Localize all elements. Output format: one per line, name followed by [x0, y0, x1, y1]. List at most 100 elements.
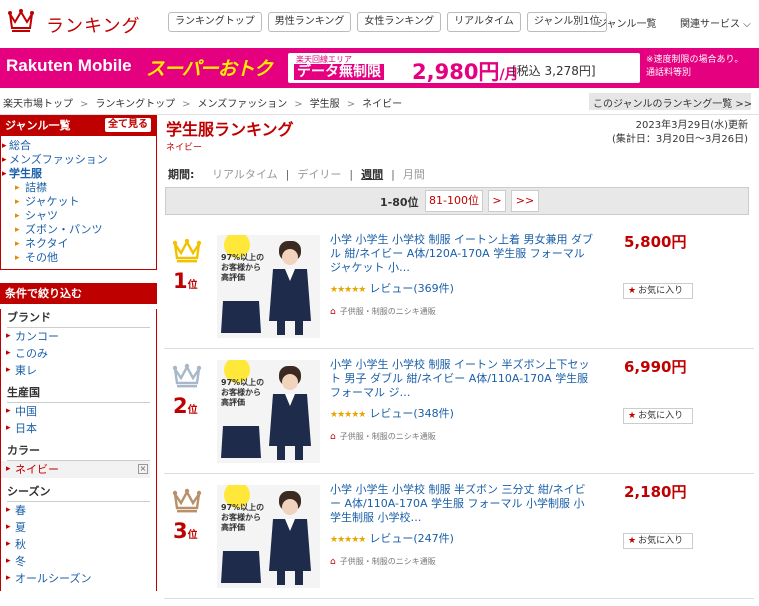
genre-link[interactable]: メンズファッション: [1, 153, 156, 167]
genre-link[interactable]: その他: [1, 251, 156, 265]
related-services-menu[interactable]: 関連サービス ⌵: [680, 15, 751, 30]
rakuten-mobile-banner[interactable]: Rakuten Mobile スーパーおトク 楽天回線エリア データ無制限 2,…: [0, 48, 759, 88]
genre-sidebar-header: ジャンル一覧 全て見る: [0, 115, 157, 136]
genre-link[interactable]: 総合: [1, 139, 156, 153]
breadcrumb-item[interactable]: 楽天市場トップ: [3, 99, 73, 110]
product-thumbnail[interactable]: 97%以上のお客様から高評価: [217, 360, 320, 463]
rating-stars-icon: ★★★★★: [330, 410, 366, 420]
genre-link[interactable]: 詰襟: [1, 181, 156, 195]
shop-home-icon: ⌂: [330, 557, 336, 567]
crown-logo-icon[interactable]: [8, 8, 34, 34]
product-thumbnail[interactable]: 97%以上のお客様から高評価: [217, 235, 320, 338]
genre-link[interactable]: ジャケット: [1, 195, 156, 209]
page-subtitle: ネイビー: [166, 143, 203, 153]
banner-note: ※速度制限の場合あり。 通話料等別: [646, 55, 744, 78]
period-label: 期間:: [168, 168, 195, 181]
genre-link[interactable]: 学生服: [1, 167, 156, 181]
rank-crown-icon: [172, 238, 202, 263]
rank-number: 3位: [173, 519, 198, 543]
genre-link[interactable]: ネクタイ: [1, 237, 156, 251]
add-favorite-button[interactable]: ★ お気に入り: [623, 533, 693, 549]
favorite-star-icon: ★: [628, 286, 637, 296]
filter-option[interactable]: 冬: [1, 553, 156, 570]
nav-genre-first[interactable]: ジャンル別1位: [526, 12, 607, 32]
ranking-logo-text[interactable]: ランキング: [46, 12, 140, 38]
genre-link[interactable]: シャツ: [1, 209, 156, 223]
breadcrumb-trail: 楽天市場トップ > ランキングトップ > メンズファッション > 学生服 > ネイビー: [3, 99, 403, 110]
pager-next-range-button[interactable]: 81-100位: [425, 190, 483, 212]
shop-link[interactable]: ⌂ 子供服・制服のニシキ通販: [330, 431, 436, 442]
product-price: 2,180円: [624, 483, 687, 501]
shop-link[interactable]: ⌂ 子供服・制服のニシキ通販: [330, 556, 436, 567]
period-separator: |: [391, 168, 395, 181]
pagination: 1-80位 81-100位 > >>: [165, 187, 749, 215]
breadcrumb: 楽天市場トップ > ランキングトップ > メンズファッション > 学生服 > ネイビー このジャ…: [0, 93, 759, 111]
breadcrumb-item[interactable]: 学生服: [310, 99, 340, 110]
filter-option[interactable]: 夏: [1, 519, 156, 536]
thumb-badge: 97%以上のお客様から高評価: [221, 503, 265, 532]
breadcrumb-item[interactable]: ネイビー: [362, 99, 402, 110]
filter-option[interactable]: 日本: [1, 420, 156, 437]
thumb-badge: 97%以上のお客様から高評価: [221, 378, 265, 407]
filter-option[interactable]: このみ: [1, 345, 156, 362]
period-option-2[interactable]: 週間: [361, 168, 383, 181]
filter-option[interactable]: 東レ: [1, 362, 156, 379]
banner-plan-box: 楽天回線エリア データ無制限 2,980円/月 [税込 3,278円]: [288, 53, 640, 84]
breadcrumb-item[interactable]: ランキングトップ: [95, 99, 175, 110]
pager-current: 1-80位: [380, 196, 419, 209]
review-link[interactable]: ★★★★★ レビュー(247件): [330, 530, 454, 546]
period-option-0[interactable]: リアルタイム: [212, 168, 278, 181]
rank-number: 1位: [173, 269, 198, 293]
banner-tax: [税込 3,278円]: [512, 64, 596, 78]
rank-number: 2位: [173, 394, 198, 418]
filter-list: ブランドカンコーこのみ東レ生産国中国日本カラーネイビー× シーズン春夏秋冬オールシ…: [0, 309, 157, 591]
filter-option[interactable]: 中国: [1, 403, 156, 420]
add-favorite-button[interactable]: ★ お気に入り: [623, 408, 693, 424]
product-thumbnail[interactable]: 97%以上のお客様から高評価: [217, 485, 320, 588]
period-options: リアルタイム | デイリー | 週間 | 月間: [212, 166, 425, 182]
add-favorite-button[interactable]: ★ お気に入り: [623, 283, 693, 299]
genre-ranking-list-link[interactable]: このジャンルのランキング一覧 >>: [589, 93, 752, 110]
pager-last-button[interactable]: >>: [511, 190, 539, 212]
shop-home-icon: ⌂: [330, 307, 336, 317]
filter-option[interactable]: オールシーズン: [1, 570, 156, 587]
genre-list-link[interactable]: ジャンル一覧: [597, 15, 657, 30]
filter-option-selected[interactable]: ネイビー×: [1, 461, 150, 478]
product-name-link[interactable]: 小学 小学生 小学校 制服 イートン 半ズボン上下セット 男子 ダブル 紺/ネイ…: [330, 358, 594, 400]
rakuten-mobile-logo: Rakuten Mobile: [6, 56, 132, 75]
see-all-button[interactable]: 全て見る: [105, 118, 151, 132]
filter-section-title: シーズン: [7, 483, 150, 502]
nav-men-ranking[interactable]: 男性ランキング: [267, 12, 352, 32]
period-selector: 期間: リアルタイム | デイリー | 週間 | 月間: [164, 163, 754, 183]
filter-option[interactable]: 春: [1, 502, 156, 519]
period-separator: |: [285, 168, 290, 181]
period-option-3[interactable]: 月間: [403, 168, 425, 181]
ranking-item: 2位 97%以上のお客様から高評価 小学 小学生 小学校 制服 イートン 半ズボン上…: [164, 352, 754, 474]
filter-section-title: 生産国: [7, 384, 150, 403]
rating-stars-icon: ★★★★★: [330, 285, 366, 295]
remove-filter-icon[interactable]: ×: [138, 464, 148, 474]
filter-option[interactable]: 秋: [1, 536, 156, 553]
breadcrumb-item[interactable]: メンズファッション: [197, 99, 287, 110]
rank-crown-icon: [172, 363, 202, 388]
filter-option[interactable]: カンコー: [1, 328, 156, 345]
page-title: 学生服ランキング: [166, 120, 294, 139]
period-separator: |: [349, 168, 354, 181]
product-name-link[interactable]: 小学 小学生 小学校 制服 半ズボン 三分丈 紺/ネイビー A体/110A-17…: [330, 483, 594, 525]
banner-plan-main: データ無制限: [294, 64, 384, 80]
period-option-1[interactable]: デイリー: [297, 168, 341, 181]
genre-link[interactable]: ズボン・パンツ: [1, 223, 156, 237]
shop-link[interactable]: ⌂ 子供服・制服のニシキ通販: [330, 306, 436, 317]
review-link[interactable]: ★★★★★ レビュー(369件): [330, 280, 454, 296]
nav-ranking-top[interactable]: ランキングトップ: [168, 12, 262, 32]
filter-section-title: ブランド: [7, 309, 150, 328]
banner-price: 2,980円/月: [412, 60, 519, 84]
product-name-link[interactable]: 小学 小学生 小学校 制服 イートン上着 男女兼用 ダブル 紺/ネイビー A体/…: [330, 233, 594, 275]
updated-info: 2023年3月29日(水)更新 (集計日：3月20日〜3月26日): [612, 120, 748, 145]
nav-women-ranking[interactable]: 女性ランキング: [357, 12, 442, 32]
site-header: ランキング ランキングトップ 男性ランキング 女性ランキング リアルタイム ジャ…: [0, 0, 759, 46]
nav-realtime[interactable]: リアルタイム: [447, 12, 521, 32]
review-link[interactable]: ★★★★★ レビュー(348件): [330, 405, 454, 421]
pager-next-button[interactable]: >: [488, 190, 506, 212]
genre-sidebar: ジャンル一覧 全て見る 総合メンズファッション学生服詰襟ジャケットシャツズボン・…: [0, 115, 157, 270]
